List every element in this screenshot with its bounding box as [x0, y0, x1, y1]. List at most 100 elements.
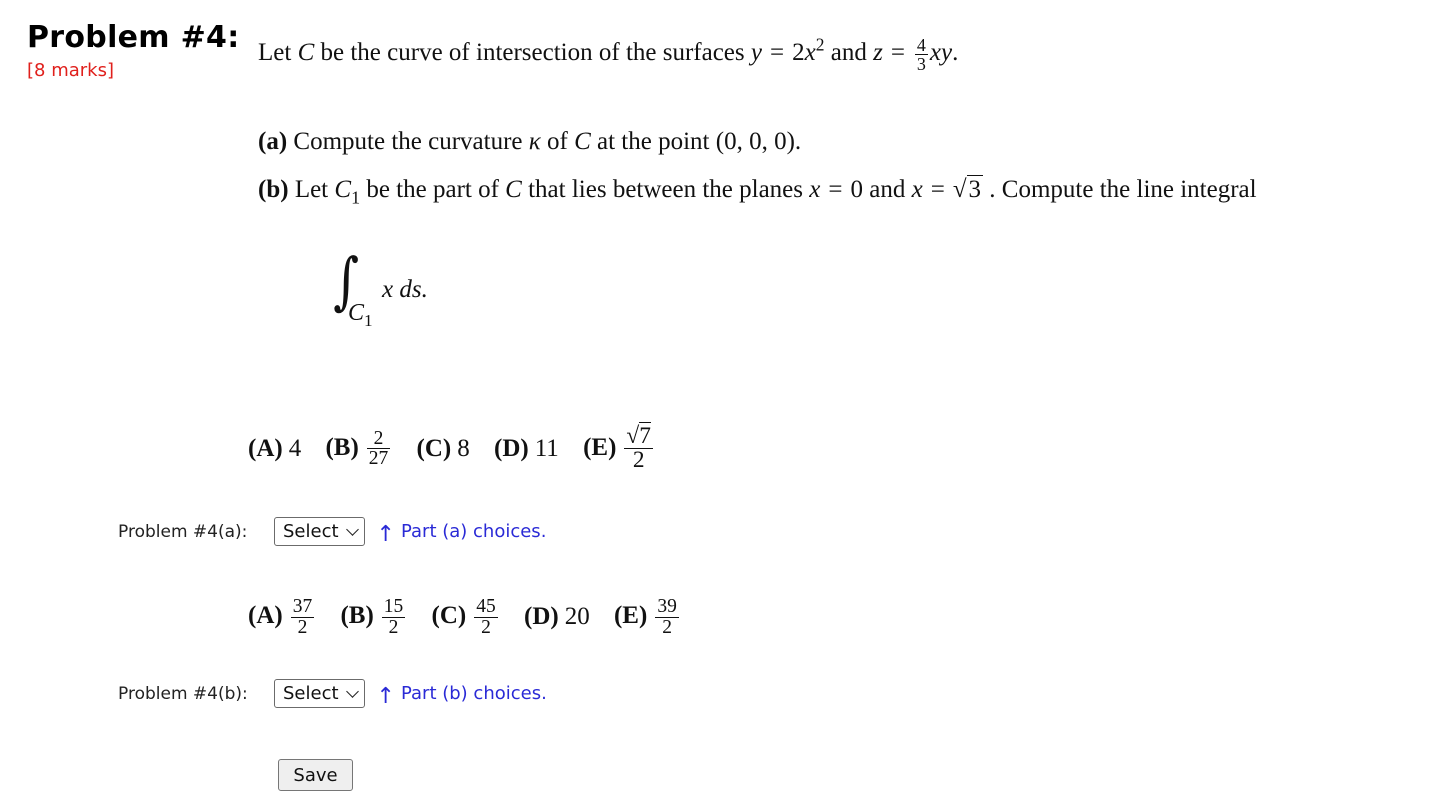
hint-text: Part (b) choices. [400, 683, 547, 704]
answer-b-select[interactable]: Select [274, 679, 365, 708]
radical-sign-icon: √ [952, 176, 967, 203]
integral-subscript: C1 [348, 300, 373, 331]
problem-statement: Let C be the curve of intersection of th… [258, 36, 958, 73]
choice-label: (D) [524, 603, 559, 630]
choice-label: (B) [340, 601, 374, 629]
hint-b: ↑ Part (b) choices. [376, 681, 547, 709]
statement-text: of [540, 128, 575, 155]
choice-value: 20 [564, 603, 590, 630]
fraction-numerator: 15 [383, 596, 404, 617]
save-button[interactable]: Save [278, 759, 353, 791]
statement-text: that lies between the planes [521, 176, 810, 203]
part-label: (b) [258, 176, 289, 203]
choice-a: (A) 37 2 [248, 597, 316, 637]
fraction-denominator: 27 [366, 448, 391, 470]
statement-text: Let [258, 39, 298, 67]
fraction-numerator: 2 [373, 427, 384, 449]
choice-label: (A) [248, 601, 283, 629]
fraction-numerator: √7 [624, 422, 653, 449]
statement-text: be the curve of intersection of the surf… [314, 39, 751, 67]
math-num: 0 [850, 176, 863, 203]
radicand: 3 [966, 175, 984, 203]
statement-text: Compute the curvature [287, 128, 529, 155]
part-a-text: (a) Compute the curvature κ of C at the … [258, 128, 801, 156]
fraction-numerator: 4 [916, 35, 926, 55]
fraction-denominator: 3 [914, 54, 928, 74]
select-value: Select [283, 521, 339, 542]
choices-part-b: (A) 37 2 (B) 15 2 (C) 45 2 (D) 20 (E) 39 2 [248, 597, 699, 637]
math-var: xy [929, 39, 953, 67]
fraction-denominator: 2 [624, 448, 653, 472]
math-var: κ [528, 128, 541, 155]
fraction-denominator: 2 [381, 616, 406, 638]
choice-d: (D) 11 [494, 435, 559, 463]
math-var: C [334, 176, 352, 203]
chevron-down-icon [345, 684, 359, 698]
choice-c: (C) 45 2 [432, 597, 500, 637]
part-b-text: (b) Let C1 be the part of C that lies be… [258, 175, 1257, 208]
fraction: 15 2 [381, 596, 406, 638]
fraction: 37 2 [290, 596, 315, 638]
fraction: 2 27 [366, 427, 391, 470]
math-var: z [873, 39, 883, 67]
hint-a: ↑ Part (a) choices. [376, 519, 547, 547]
choice-a: (A) 4 [248, 435, 301, 463]
math-var: x [804, 39, 816, 67]
radical-sign-icon: √ [626, 423, 640, 449]
statement-text: . Compute the line integral [983, 176, 1257, 203]
fraction-denominator: 2 [655, 616, 679, 638]
math-subscript: 1 [351, 187, 361, 208]
choice-b: (B) 2 27 [325, 429, 392, 469]
math-var: x [809, 176, 821, 203]
statement-text: . [952, 39, 959, 67]
fraction: 39 2 [655, 597, 679, 637]
chevron-down-icon [345, 522, 359, 536]
fraction-numerator: 45 [476, 596, 496, 617]
statement-text: and [824, 39, 874, 67]
choice-label: (B) [325, 433, 359, 461]
choice-label: (E) [583, 433, 617, 461]
fraction-numerator: 37 [292, 596, 313, 617]
fraction: 45 2 [474, 597, 498, 637]
answer-label: Problem #4(b): [118, 683, 248, 704]
problem-title: Problem #4: [27, 20, 240, 55]
up-arrow-icon: ↑ [376, 684, 395, 709]
math-subscript: 1 [364, 311, 373, 331]
fraction-denominator: 2 [474, 616, 498, 638]
statement-text: at the point (0, 0, 0). [590, 128, 802, 155]
hint-text: Part (a) choices. [400, 521, 547, 542]
answer-a-select[interactable]: Select [274, 517, 365, 546]
choice-label: (E) [613, 601, 648, 629]
math-var: C [348, 300, 365, 326]
choice-label: (D) [494, 434, 529, 462]
fraction: √7 2 [624, 422, 653, 473]
math-var: C [297, 39, 315, 67]
answer-row-b: Problem #4(b): Select ↑ Part (b) choices. [118, 679, 547, 709]
answer-label: Problem #4(a): [118, 521, 248, 542]
square-root: √3 [952, 175, 984, 204]
math-op: = [890, 39, 905, 67]
choice-label: (C) [416, 434, 452, 462]
math-op: = [770, 39, 785, 67]
choice-c: (C) 8 [417, 435, 470, 463]
choices-part-a: (A) 4 (B) 2 27 (C) 8 (D) 11 (E) √7 2 [248, 422, 673, 473]
statement-text: be the part of [360, 176, 506, 203]
fraction-numerator: 39 [657, 596, 677, 617]
radicand: 7 [639, 422, 651, 449]
math-op: = [930, 176, 945, 203]
up-arrow-icon: ↑ [376, 522, 395, 547]
choice-label: (A) [248, 434, 283, 462]
choice-d: (D) 20 [524, 603, 590, 631]
choice-b: (B) 15 2 [340, 597, 407, 637]
line-integral: ∫ C1 x ds. [330, 244, 490, 342]
select-value: Select [283, 683, 339, 704]
statement-text: and [862, 176, 912, 203]
choice-label: (C) [431, 601, 467, 629]
fraction-denominator: 2 [290, 616, 315, 638]
fraction: 43 [914, 35, 928, 74]
math-var: C [505, 176, 522, 203]
choice-e: (E) 39 2 [614, 597, 681, 637]
choice-e: (E) √7 2 [583, 422, 655, 473]
choice-value: 8 [457, 434, 470, 462]
marks-label: [8 marks] [27, 60, 114, 81]
